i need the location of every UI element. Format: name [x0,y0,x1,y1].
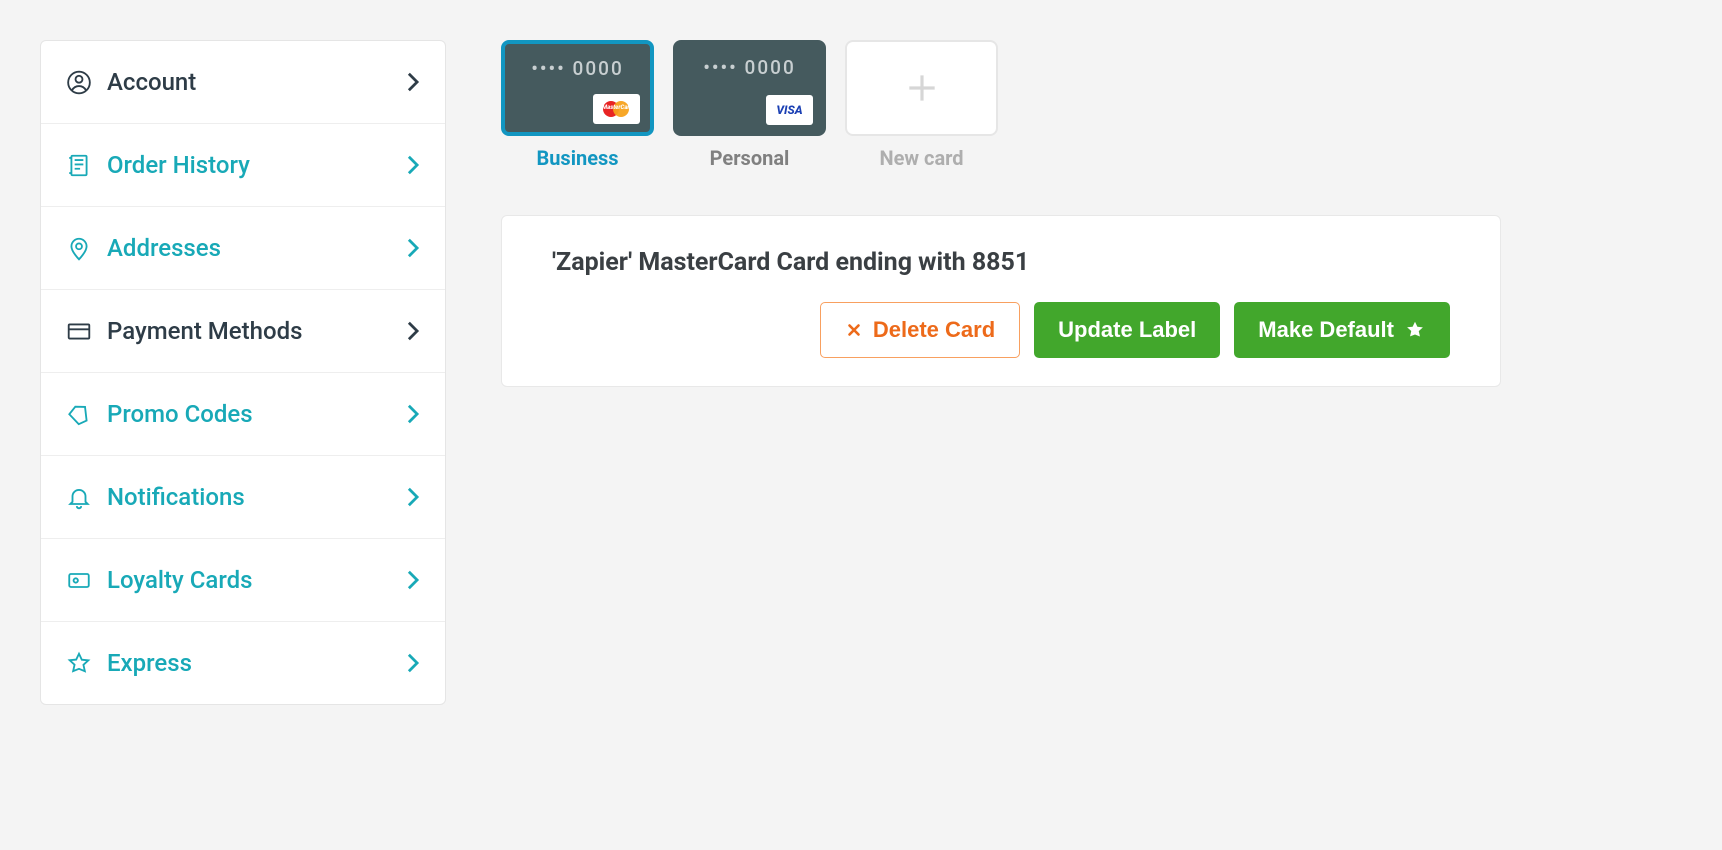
card-icon [66,318,92,344]
sidebar-item-label: Account [107,68,196,96]
account-sidebar: Account Order History Addresses [40,40,446,705]
add-new-card[interactable]: New card [845,40,998,170]
loyalty-icon [66,567,92,593]
bell-icon [66,484,92,510]
sidebar-item-account[interactable]: Account [41,41,445,124]
card-tile[interactable]: •••• 0000 VISA [673,40,826,136]
sidebar-item-order-history[interactable]: Order History [41,124,445,207]
sidebar-item-addresses[interactable]: Addresses [41,207,445,290]
card-label: Business [501,146,654,170]
sidebar-item-notifications[interactable]: Notifications [41,456,445,539]
make-default-button[interactable]: Make Default [1234,302,1450,358]
sidebar-item-label: Payment Methods [107,317,302,345]
card-detail-title: 'Zapier' MasterCard Card ending with 885… [552,248,1450,277]
card-tile-business[interactable]: •••• 0000 MasterCard Business [501,40,654,170]
card-actions: Delete Card Update Label Make Default [552,302,1450,358]
star-outline-icon [66,650,92,676]
sidebar-item-label: Order History [107,151,250,179]
chevron-right-icon [406,652,420,674]
chevron-right-icon [406,320,420,342]
sidebar-item-label: Promo Codes [107,400,253,428]
sidebar-item-express[interactable]: Express [41,622,445,704]
sidebar-item-label: Addresses [107,234,221,262]
card-masked-number: •••• 0000 [689,56,810,79]
receipt-icon [66,152,92,178]
card-tile-personal[interactable]: •••• 0000 VISA Personal [673,40,826,170]
sidebar-item-loyalty-cards[interactable]: Loyalty Cards [41,539,445,622]
close-icon [845,321,863,339]
star-icon [1404,319,1426,341]
mastercard-icon: MasterCard [593,94,640,124]
payment-methods-content: •••• 0000 MasterCard Business •••• 0000 … [501,40,1682,705]
make-default-text: Make Default [1258,317,1394,343]
sidebar-item-label: Notifications [107,483,245,511]
sidebar-item-label: Express [107,649,192,677]
sidebar-item-payment-methods[interactable]: Payment Methods [41,290,445,373]
pin-icon [66,235,92,261]
chevron-right-icon [406,486,420,508]
card-label: Personal [673,146,826,170]
new-card-label: New card [845,146,998,170]
chevron-right-icon [406,237,420,259]
card-masked-number: •••• 0000 [518,57,637,80]
user-icon [66,69,92,95]
ticket-icon [66,401,92,427]
update-label-text: Update Label [1058,317,1196,343]
chevron-right-icon [406,569,420,591]
delete-card-label: Delete Card [873,317,995,343]
sidebar-item-promo-codes[interactable]: Promo Codes [41,373,445,456]
chevron-right-icon [406,154,420,176]
visa-icon: VISA [766,95,813,125]
update-label-button[interactable]: Update Label [1034,302,1220,358]
plus-icon [903,69,941,107]
delete-card-button[interactable]: Delete Card [820,302,1020,358]
cards-row: •••• 0000 MasterCard Business •••• 0000 … [501,40,1682,170]
chevron-right-icon [406,403,420,425]
new-card-tile[interactable] [845,40,998,136]
card-detail-panel: 'Zapier' MasterCard Card ending with 885… [501,215,1501,387]
card-tile[interactable]: •••• 0000 MasterCard [501,40,654,136]
sidebar-item-label: Loyalty Cards [107,566,253,594]
chevron-right-icon [406,71,420,93]
